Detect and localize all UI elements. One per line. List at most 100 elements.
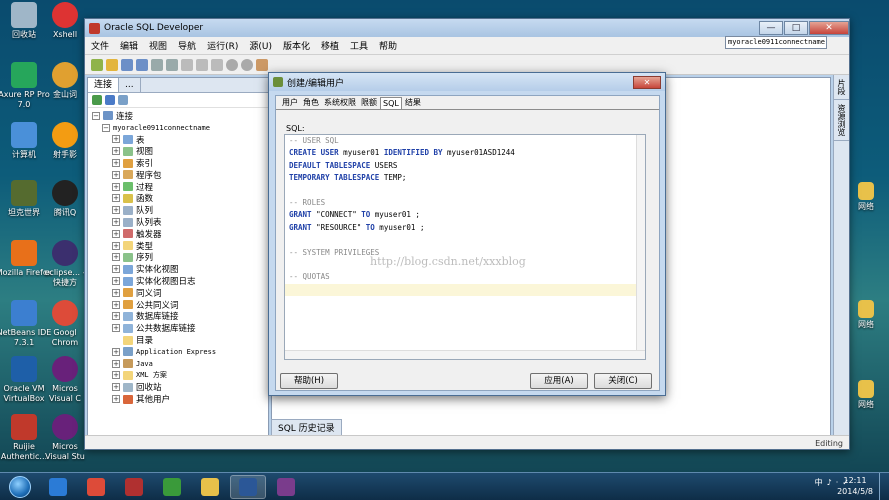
menu-item[interactable]: 文件 (91, 39, 109, 52)
dialog-tab[interactable]: 用户 (280, 97, 300, 109)
menu-item[interactable]: 运行(R) (207, 39, 238, 52)
refresh-icon[interactable] (105, 95, 115, 105)
desktop-icon[interactable]: Micros Visual Stu (40, 414, 90, 462)
collapse-toggle-icon[interactable]: − (92, 111, 100, 120)
menu-item[interactable]: 源(U) (249, 39, 272, 52)
expand-toggle-icon[interactable]: + (112, 147, 120, 156)
tree-item[interactable]: + Application Express (92, 346, 268, 358)
sql-text-area[interactable]: -- USER SQL CREATE USER myuser01 IDENTIFI… (284, 134, 646, 360)
expand-toggle-icon[interactable]: + (112, 182, 120, 191)
taskbar-app-explorer[interactable] (192, 475, 228, 499)
expand-toggle-icon[interactable]: + (112, 371, 120, 380)
expand-toggle-icon[interactable]: + (112, 241, 120, 250)
expand-toggle-icon[interactable]: + (112, 229, 120, 238)
menu-item[interactable]: 工具 (350, 39, 368, 52)
expand-toggle-icon[interactable]: + (112, 288, 120, 297)
desktop-icon[interactable]: eclipse... - 快捷方 (40, 240, 90, 288)
desktop-icon[interactable]: Xshell (40, 2, 90, 40)
menu-item[interactable]: 帮助 (379, 39, 397, 52)
add-connection-icon[interactable] (92, 95, 102, 105)
tree-root-row[interactable]: − 连接 (92, 110, 268, 122)
expand-toggle-icon[interactable]: + (112, 359, 120, 368)
expand-toggle-icon[interactable]: + (112, 395, 120, 404)
sidebar-tab[interactable]: 资源浏览 (834, 100, 849, 141)
tree-item[interactable]: + 函数 (92, 193, 268, 204)
maximize-button[interactable]: □ (784, 21, 808, 35)
expand-toggle-icon[interactable]: + (112, 206, 120, 215)
taskbar-app-word[interactable] (230, 474, 266, 499)
tree-item[interactable]: + 实体化视图 (92, 263, 268, 275)
taskbar-app-app-purple[interactable] (268, 475, 304, 499)
tree-item[interactable]: + 触发器 (92, 228, 268, 240)
tray-item[interactable]: 中 (815, 477, 823, 488)
desktop-icon[interactable]: Googl Chrom (40, 300, 90, 348)
tree-item[interactable]: + Java (92, 358, 268, 370)
expand-toggle-icon[interactable]: + (112, 383, 120, 392)
forward-icon[interactable] (241, 58, 253, 71)
connections-tab[interactable]: ... (119, 78, 141, 92)
paste-icon[interactable] (211, 58, 223, 71)
tree-item[interactable]: + 表 (92, 134, 268, 146)
tree-item[interactable]: + 程序包 (92, 169, 268, 181)
tree-item[interactable]: + 公共数据库链接 (92, 322, 268, 334)
cut-icon[interactable] (181, 58, 193, 71)
expand-toggle-icon[interactable]: + (112, 194, 120, 203)
sidebar-tab[interactable]: 片段 (834, 75, 849, 100)
vertical-scrollbar[interactable] (636, 135, 645, 359)
connections-tab[interactable]: 连接 (88, 78, 120, 92)
desktop-icon[interactable]: Micros Visual C (40, 356, 90, 404)
sql-history-tab[interactable]: SQL 历史记录 (271, 419, 342, 436)
menu-item[interactable]: 导航 (178, 39, 196, 52)
help-button[interactable]: 帮助(H) (280, 373, 338, 389)
undo-icon[interactable] (151, 58, 163, 71)
minimize-button[interactable]: — (759, 21, 783, 35)
expand-toggle-icon[interactable]: + (112, 159, 120, 168)
dialog-tab[interactable]: 结果 (403, 97, 423, 109)
collapse-toggle-icon[interactable]: − (102, 123, 110, 132)
tree-item[interactable]: + 实体化视图日志 (92, 275, 268, 287)
desktop-icon[interactable]: 金山词 (40, 62, 90, 100)
apply-button[interactable]: 应用(A) (530, 373, 588, 389)
window-titlebar[interactable]: Oracle SQL Developer — □ ✕ (85, 19, 849, 37)
taskbar-app-app-red[interactable] (116, 475, 152, 499)
dialog-tab[interactable]: SQL (380, 97, 402, 109)
show-desktop-button[interactable] (879, 473, 889, 500)
tree-item[interactable]: 目录 (92, 334, 268, 346)
start-button[interactable] (0, 473, 40, 500)
tree-item[interactable]: + 索引 (92, 157, 268, 169)
tree-item[interactable]: + 队列 (92, 204, 268, 216)
expand-toggle-icon[interactable]: + (112, 347, 120, 356)
copy-icon[interactable] (196, 58, 208, 71)
tree-item[interactable]: + 其他用户 (92, 393, 268, 405)
save-icon[interactable] (121, 58, 133, 71)
debug-icon[interactable] (256, 58, 268, 71)
dialog-tab[interactable]: 系统权限 (322, 97, 358, 109)
save-all-icon[interactable] (136, 58, 148, 71)
expand-toggle-icon[interactable]: + (112, 324, 120, 333)
tree-item[interactable]: + 视图 (92, 145, 268, 157)
tree-item[interactable]: + 同义词 (92, 287, 268, 299)
desktop-icon[interactable]: 射手影 (40, 122, 90, 160)
dialog-tab[interactable]: 角色 (301, 97, 321, 109)
tree-item[interactable]: + 过程 (92, 181, 268, 193)
tree-item[interactable]: + XML 方案 (92, 370, 268, 382)
expand-toggle-icon[interactable]: + (112, 170, 120, 179)
clock[interactable]: 12:11 2014/5/8 (837, 475, 873, 497)
open-icon[interactable] (106, 58, 118, 71)
menu-item[interactable]: 移植 (321, 39, 339, 52)
expand-toggle-icon[interactable]: + (112, 312, 120, 321)
tree-item[interactable]: + 类型 (92, 240, 268, 252)
dialog-titlebar[interactable]: 创建/编辑用户 ✕ (269, 73, 665, 91)
menu-item[interactable]: 编辑 (120, 39, 138, 52)
tree-item[interactable]: + 序列 (92, 252, 268, 263)
back-icon[interactable] (226, 58, 238, 71)
redo-icon[interactable] (166, 58, 178, 71)
expand-toggle-icon[interactable]: + (112, 135, 120, 144)
desktop-icon[interactable]: 腾讯Q (40, 180, 90, 218)
new-icon[interactable] (91, 58, 103, 71)
taskbar-app-chrome[interactable] (78, 475, 114, 499)
tree-item[interactable]: + 回收站 (92, 381, 268, 393)
connection-dropdown[interactable]: myoracle0911connectname (725, 36, 827, 49)
connection-row[interactable]: − myoracle0911connectname (92, 122, 268, 134)
close-dialog-button[interactable]: 关闭(C) (594, 373, 652, 389)
